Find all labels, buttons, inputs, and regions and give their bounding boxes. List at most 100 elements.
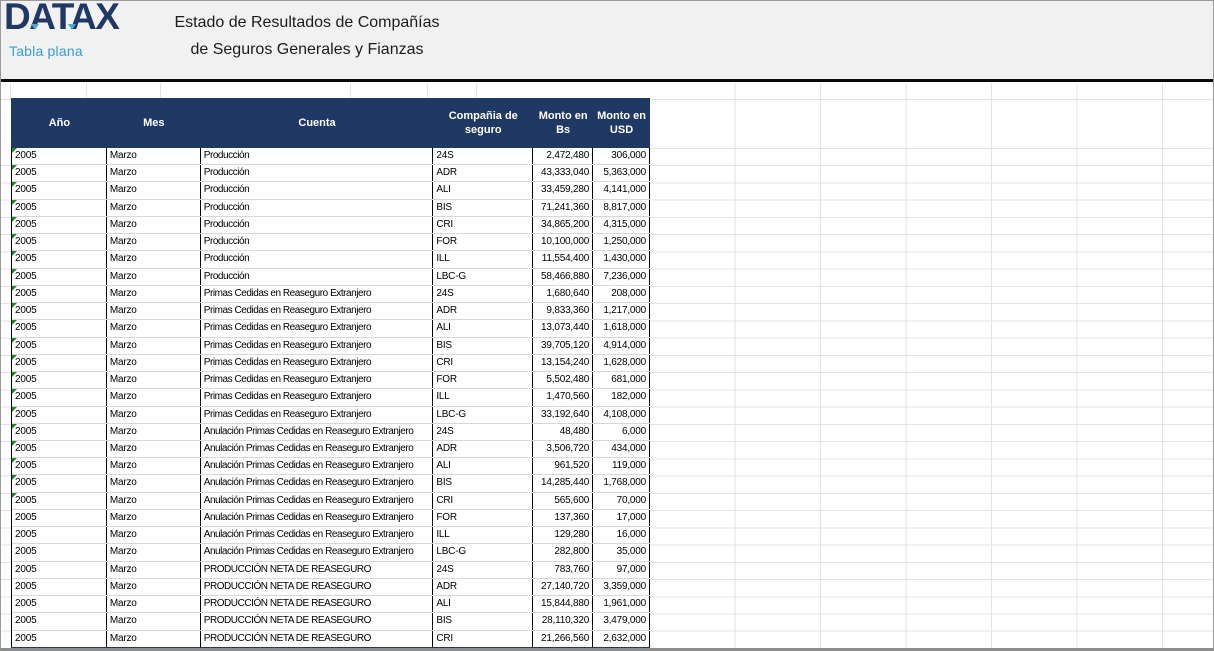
cell-ano[interactable]: 2005 [12,544,107,560]
cell-monto-usd[interactable]: 8,817,000 [593,200,650,216]
column-header-compania[interactable]: Compañia de seguro [433,98,533,148]
cell-compania[interactable]: LBC-G [433,544,533,560]
cell-ano[interactable]: 2005 [12,217,107,233]
cell-cuenta[interactable]: Primas Cedidas en Reaseguro Extranjero [201,338,434,354]
cell-monto-bs[interactable]: 1,470,560 [533,389,593,405]
cell-mes[interactable]: Marzo [107,148,201,164]
cell-mes[interactable]: Marzo [107,355,201,371]
cell-ano[interactable]: 2005 [12,286,107,302]
cell-compania[interactable]: BIS [433,475,533,491]
cell-mes[interactable]: Marzo [107,493,201,509]
cell-monto-bs[interactable]: 39,705,120 [533,338,593,354]
cell-monto-bs[interactable]: 33,459,280 [533,182,593,198]
cell-ano[interactable]: 2005 [12,148,107,164]
cell-monto-usd[interactable]: 119,000 [593,458,650,474]
cell-monto-usd[interactable]: 182,000 [593,389,650,405]
cell-ano[interactable]: 2005 [12,389,107,405]
cell-compania[interactable]: ILL [433,527,533,543]
cell-mes[interactable]: Marzo [107,372,201,388]
cell-ano[interactable]: 2005 [12,510,107,526]
cell-cuenta[interactable]: Producción [201,148,434,164]
cell-ano[interactable]: 2005 [12,372,107,388]
cell-compania[interactable]: FOR [433,234,533,250]
cell-mes[interactable]: Marzo [107,389,201,405]
cell-ano[interactable]: 2005 [12,475,107,491]
cell-ano[interactable]: 2005 [12,562,107,578]
cell-compania[interactable]: LBC-G [433,269,533,285]
cell-compania[interactable]: BIS [433,200,533,216]
cell-compania[interactable]: FOR [433,510,533,526]
cell-cuenta[interactable]: Primas Cedidas en Reaseguro Extranjero [201,320,434,336]
cell-compania[interactable]: FOR [433,372,533,388]
cell-ano[interactable]: 2005 [12,596,107,612]
cell-monto-bs[interactable]: 2,472,480 [533,148,593,164]
cell-cuenta[interactable]: Primas Cedidas en Reaseguro Extranjero [201,407,434,423]
cell-monto-bs[interactable]: 33,192,640 [533,407,593,423]
cell-cuenta[interactable]: Producción [201,182,434,198]
cell-mes[interactable]: Marzo [107,338,201,354]
cell-cuenta[interactable]: Producción [201,269,434,285]
cell-cuenta[interactable]: Producción [201,234,434,250]
cell-monto-usd[interactable]: 2,632,000 [593,631,650,647]
cell-cuenta[interactable]: Anulación Primas Cedidas en Reaseguro Ex… [201,475,434,491]
cell-monto-usd[interactable]: 434,000 [593,441,650,457]
cell-monto-usd[interactable]: 35,000 [593,544,650,560]
cell-monto-usd[interactable]: 306,000 [593,148,650,164]
cell-ano[interactable]: 2005 [12,458,107,474]
cell-monto-bs[interactable]: 71,241,360 [533,200,593,216]
cell-compania[interactable]: ALI [433,182,533,198]
cell-cuenta[interactable]: PRODUCCIÓN NETA DE REASEGURO [201,562,434,578]
cell-ano[interactable]: 2005 [12,200,107,216]
cell-monto-usd[interactable]: 1,250,000 [593,234,650,250]
cell-monto-bs[interactable]: 13,073,440 [533,320,593,336]
cell-monto-usd[interactable]: 4,108,000 [593,407,650,423]
cell-ano[interactable]: 2005 [12,441,107,457]
cell-mes[interactable]: Marzo [107,631,201,647]
cell-cuenta[interactable]: Primas Cedidas en Reaseguro Extranjero [201,355,434,371]
cell-ano[interactable]: 2005 [12,579,107,595]
cell-mes[interactable]: Marzo [107,562,201,578]
cell-mes[interactable]: Marzo [107,320,201,336]
cell-monto-bs[interactable]: 961,520 [533,458,593,474]
cell-monto-bs[interactable]: 9,833,360 [533,303,593,319]
cell-mes[interactable]: Marzo [107,303,201,319]
cell-monto-usd[interactable]: 1,618,000 [593,320,650,336]
cell-compania[interactable]: ADR [433,441,533,457]
cell-mes[interactable]: Marzo [107,165,201,181]
cell-monto-bs[interactable]: 48,480 [533,424,593,440]
cell-monto-usd[interactable]: 3,359,000 [593,579,650,595]
cell-compania[interactable]: ADR [433,579,533,595]
cell-mes[interactable]: Marzo [107,579,201,595]
column-header-cuenta[interactable]: Cuenta [201,98,434,148]
cell-cuenta[interactable]: Producción [201,217,434,233]
cell-monto-bs[interactable]: 15,844,880 [533,596,593,612]
cell-ano[interactable]: 2005 [12,234,107,250]
cell-monto-bs[interactable]: 43,333,040 [533,165,593,181]
cell-mes[interactable]: Marzo [107,251,201,267]
cell-mes[interactable]: Marzo [107,217,201,233]
cell-monto-usd[interactable]: 208,000 [593,286,650,302]
cell-cuenta[interactable]: Anulación Primas Cedidas en Reaseguro Ex… [201,458,434,474]
cell-ano[interactable]: 2005 [12,338,107,354]
cell-mes[interactable]: Marzo [107,286,201,302]
cell-cuenta[interactable]: Anulación Primas Cedidas en Reaseguro Ex… [201,493,434,509]
cell-compania[interactable]: BIS [433,338,533,354]
cell-monto-bs[interactable]: 3,506,720 [533,441,593,457]
cell-monto-usd[interactable]: 5,363,000 [593,165,650,181]
cell-cuenta[interactable]: Primas Cedidas en Reaseguro Extranjero [201,303,434,319]
cell-monto-usd[interactable]: 6,000 [593,424,650,440]
cell-cuenta[interactable]: Anulación Primas Cedidas en Reaseguro Ex… [201,441,434,457]
cell-cuenta[interactable]: Producción [201,200,434,216]
cell-monto-bs[interactable]: 21,266,560 [533,631,593,647]
cell-ano[interactable]: 2005 [12,527,107,543]
cell-compania[interactable]: ADR [433,303,533,319]
cell-mes[interactable]: Marzo [107,613,201,629]
cell-monto-usd[interactable]: 70,000 [593,493,650,509]
cell-compania[interactable]: BIS [433,613,533,629]
cell-compania[interactable]: LBC-G [433,407,533,423]
cell-cuenta[interactable]: PRODUCCIÓN NETA DE REASEGURO [201,579,434,595]
cell-compania[interactable]: CRI [433,355,533,371]
cell-ano[interactable]: 2005 [12,251,107,267]
cell-monto-usd[interactable]: 16,000 [593,527,650,543]
cell-cuenta[interactable]: Anulación Primas Cedidas en Reaseguro Ex… [201,510,434,526]
